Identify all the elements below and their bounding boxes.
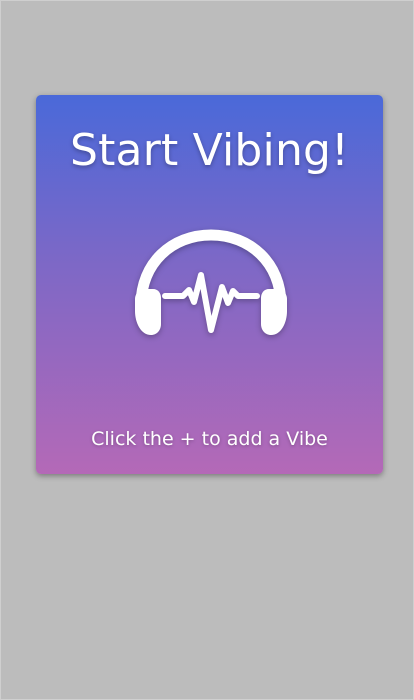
add-vibe-hint: Click the + to add a Vibe xyxy=(91,428,328,450)
empty-state-card: Start Vibing! Click the + to add a Vibe xyxy=(36,95,383,474)
app-screen: Start Vibing! Click the + to add a Vibe xyxy=(0,0,414,700)
card-title: Start Vibing! xyxy=(69,125,350,176)
headphones-heartbeat-icon xyxy=(131,229,291,341)
